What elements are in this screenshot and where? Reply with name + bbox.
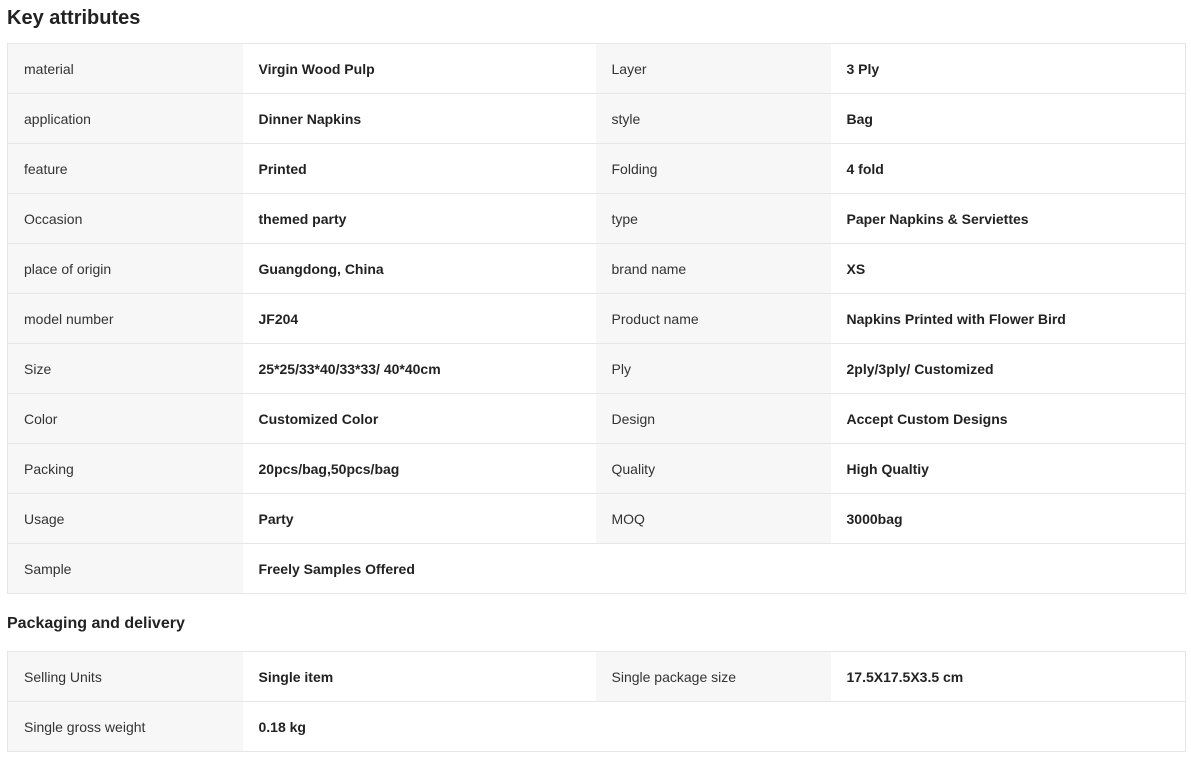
empty-cell (595, 701, 831, 752)
attribute-row: Selling Units Single item Single package s… (7, 651, 1186, 702)
attribute-value: 20pcs/bag,50pcs/bag (242, 443, 596, 494)
attribute-row: place of origin Guangdong, China brand nam… (7, 243, 1186, 294)
attribute-value: Paper Napkins & Serviettes (830, 193, 1186, 244)
attribute-value: Dinner Napkins (242, 93, 596, 144)
attribute-label: application (7, 93, 243, 144)
attribute-label: Selling Units (7, 651, 243, 702)
attribute-value: JF204 (242, 293, 596, 344)
attribute-value: 0.18 kg (242, 701, 596, 752)
attribute-value: 17.5X17.5X3.5 cm (830, 651, 1186, 702)
attribute-value: 4 fold (830, 143, 1186, 194)
attribute-label: style (595, 93, 831, 144)
attribute-label: model number (7, 293, 243, 344)
attribute-value: Freely Samples Offered (242, 543, 596, 594)
attribute-label: material (7, 43, 243, 94)
attribute-label: Occasion (7, 193, 243, 244)
attribute-label: Size (7, 343, 243, 394)
attribute-label: Usage (7, 493, 243, 544)
attribute-value: XS (830, 243, 1186, 294)
attribute-value: Napkins Printed with Flower Bird (830, 293, 1186, 344)
product-attributes-page: Key attributes material Virgin Wood Pulp L… (0, 0, 1191, 752)
attribute-row: application Dinner Napkins style Bag (7, 93, 1186, 144)
attribute-label: Color (7, 393, 243, 444)
key-attributes-table: material Virgin Wood Pulp Layer 3 Ply applic… (7, 43, 1186, 594)
attribute-row: Sample Freely Samples Offered (7, 543, 1186, 594)
attribute-row: Size 25*25/33*40/33*33/ 40*40cm Ply 2ply/3p… (7, 343, 1186, 394)
empty-cell (830, 543, 1186, 594)
attribute-label: Ply (595, 343, 831, 394)
attribute-label: Single gross weight (7, 701, 243, 752)
attribute-value: Accept Custom Designs (830, 393, 1186, 444)
attribute-value: Single item (242, 651, 596, 702)
attribute-row: Packing 20pcs/bag,50pcs/bag Quality High Qu… (7, 443, 1186, 494)
attribute-row: Color Customized Color Design Accept Custom… (7, 393, 1186, 444)
empty-cell (595, 543, 831, 594)
attribute-label: Quality (595, 443, 831, 494)
attribute-label: MOQ (595, 493, 831, 544)
attribute-value: Party (242, 493, 596, 544)
attribute-value: Guangdong, China (242, 243, 596, 294)
attribute-row: material Virgin Wood Pulp Layer 3 Ply (7, 43, 1186, 94)
key-attributes-heading: Key attributes (7, 7, 141, 29)
attribute-label: place of origin (7, 243, 243, 294)
attribute-label: type (595, 193, 831, 244)
attribute-value: 25*25/33*40/33*33/ 40*40cm (242, 343, 596, 394)
attribute-label: Layer (595, 43, 831, 94)
attribute-label: Product name (595, 293, 831, 344)
attribute-value: Virgin Wood Pulp (242, 43, 596, 94)
attribute-value: Bag (830, 93, 1186, 144)
attribute-value: High Qualtiy (830, 443, 1186, 494)
attribute-label: Design (595, 393, 831, 444)
packaging-delivery-heading: Packaging and delivery (7, 615, 185, 632)
attribute-label: Sample (7, 543, 243, 594)
attribute-label: Packing (7, 443, 243, 494)
attribute-value: 2ply/3ply/ Customized (830, 343, 1186, 394)
attribute-row: feature Printed Folding 4 fold (7, 143, 1186, 194)
attribute-row: Single gross weight 0.18 kg (7, 701, 1186, 752)
attribute-value: themed party (242, 193, 596, 244)
attribute-label: feature (7, 143, 243, 194)
attribute-label: brand name (595, 243, 831, 294)
attribute-label: Folding (595, 143, 831, 194)
attribute-value: 3000bag (830, 493, 1186, 544)
empty-cell (830, 701, 1186, 752)
attribute-row: Usage Party MOQ 3000bag (7, 493, 1186, 544)
attribute-row: Occasion themed party type Paper Napkins & … (7, 193, 1186, 244)
attribute-row: model number JF204 Product name Napkins Pri… (7, 293, 1186, 344)
attribute-value: Printed (242, 143, 596, 194)
attribute-value: 3 Ply (830, 43, 1186, 94)
attribute-label: Single package size (595, 651, 831, 702)
attribute-value: Customized Color (242, 393, 596, 444)
packaging-delivery-table: Selling Units Single item Single package s… (7, 651, 1186, 752)
